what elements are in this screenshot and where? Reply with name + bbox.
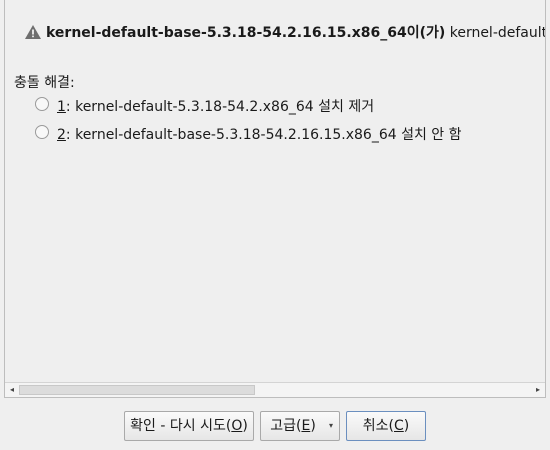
scrollbar-thumb[interactable] [19,385,255,395]
radio-unchecked-icon[interactable] [35,97,49,111]
warning-icon [25,25,41,39]
conflict-message: kernel-default-base-5.3.18-54.2.16.15.x8… [46,22,545,42]
conflict-requirement: kernel-default = 4.4. [449,25,545,41]
cancel-button[interactable]: 취소(C) [346,411,426,441]
horizontal-scrollbar[interactable]: ◂ ▸ [5,382,545,397]
scroll-left-arrow-icon[interactable]: ◂ [5,383,19,397]
section-title: 충돌 해결: [14,75,75,91]
ok-retry-button[interactable]: 확인 - 다시 시도(O) [124,411,254,441]
option-label: 2: kernel-default-base-5.3.18-54.2.16.15… [57,127,462,143]
conflict-panel: kernel-default-base-5.3.18-54.2.16.15.x8… [4,0,546,398]
conflict-package: kernel-default-base-5.3.18-54.2.16.15.x8… [46,25,446,41]
chevron-down-icon: ▾ [328,421,333,430]
scroll-right-arrow-icon[interactable]: ▸ [531,383,545,397]
radio-unchecked-icon[interactable] [35,125,49,139]
conflict-header: kernel-default-base-5.3.18-54.2.16.15.x8… [19,18,545,48]
option-label: 1: kernel-default-5.3.18-54.2.x86_64 설치 … [57,99,375,115]
advanced-menu-button[interactable]: 고급(E) ▾ [260,411,340,441]
